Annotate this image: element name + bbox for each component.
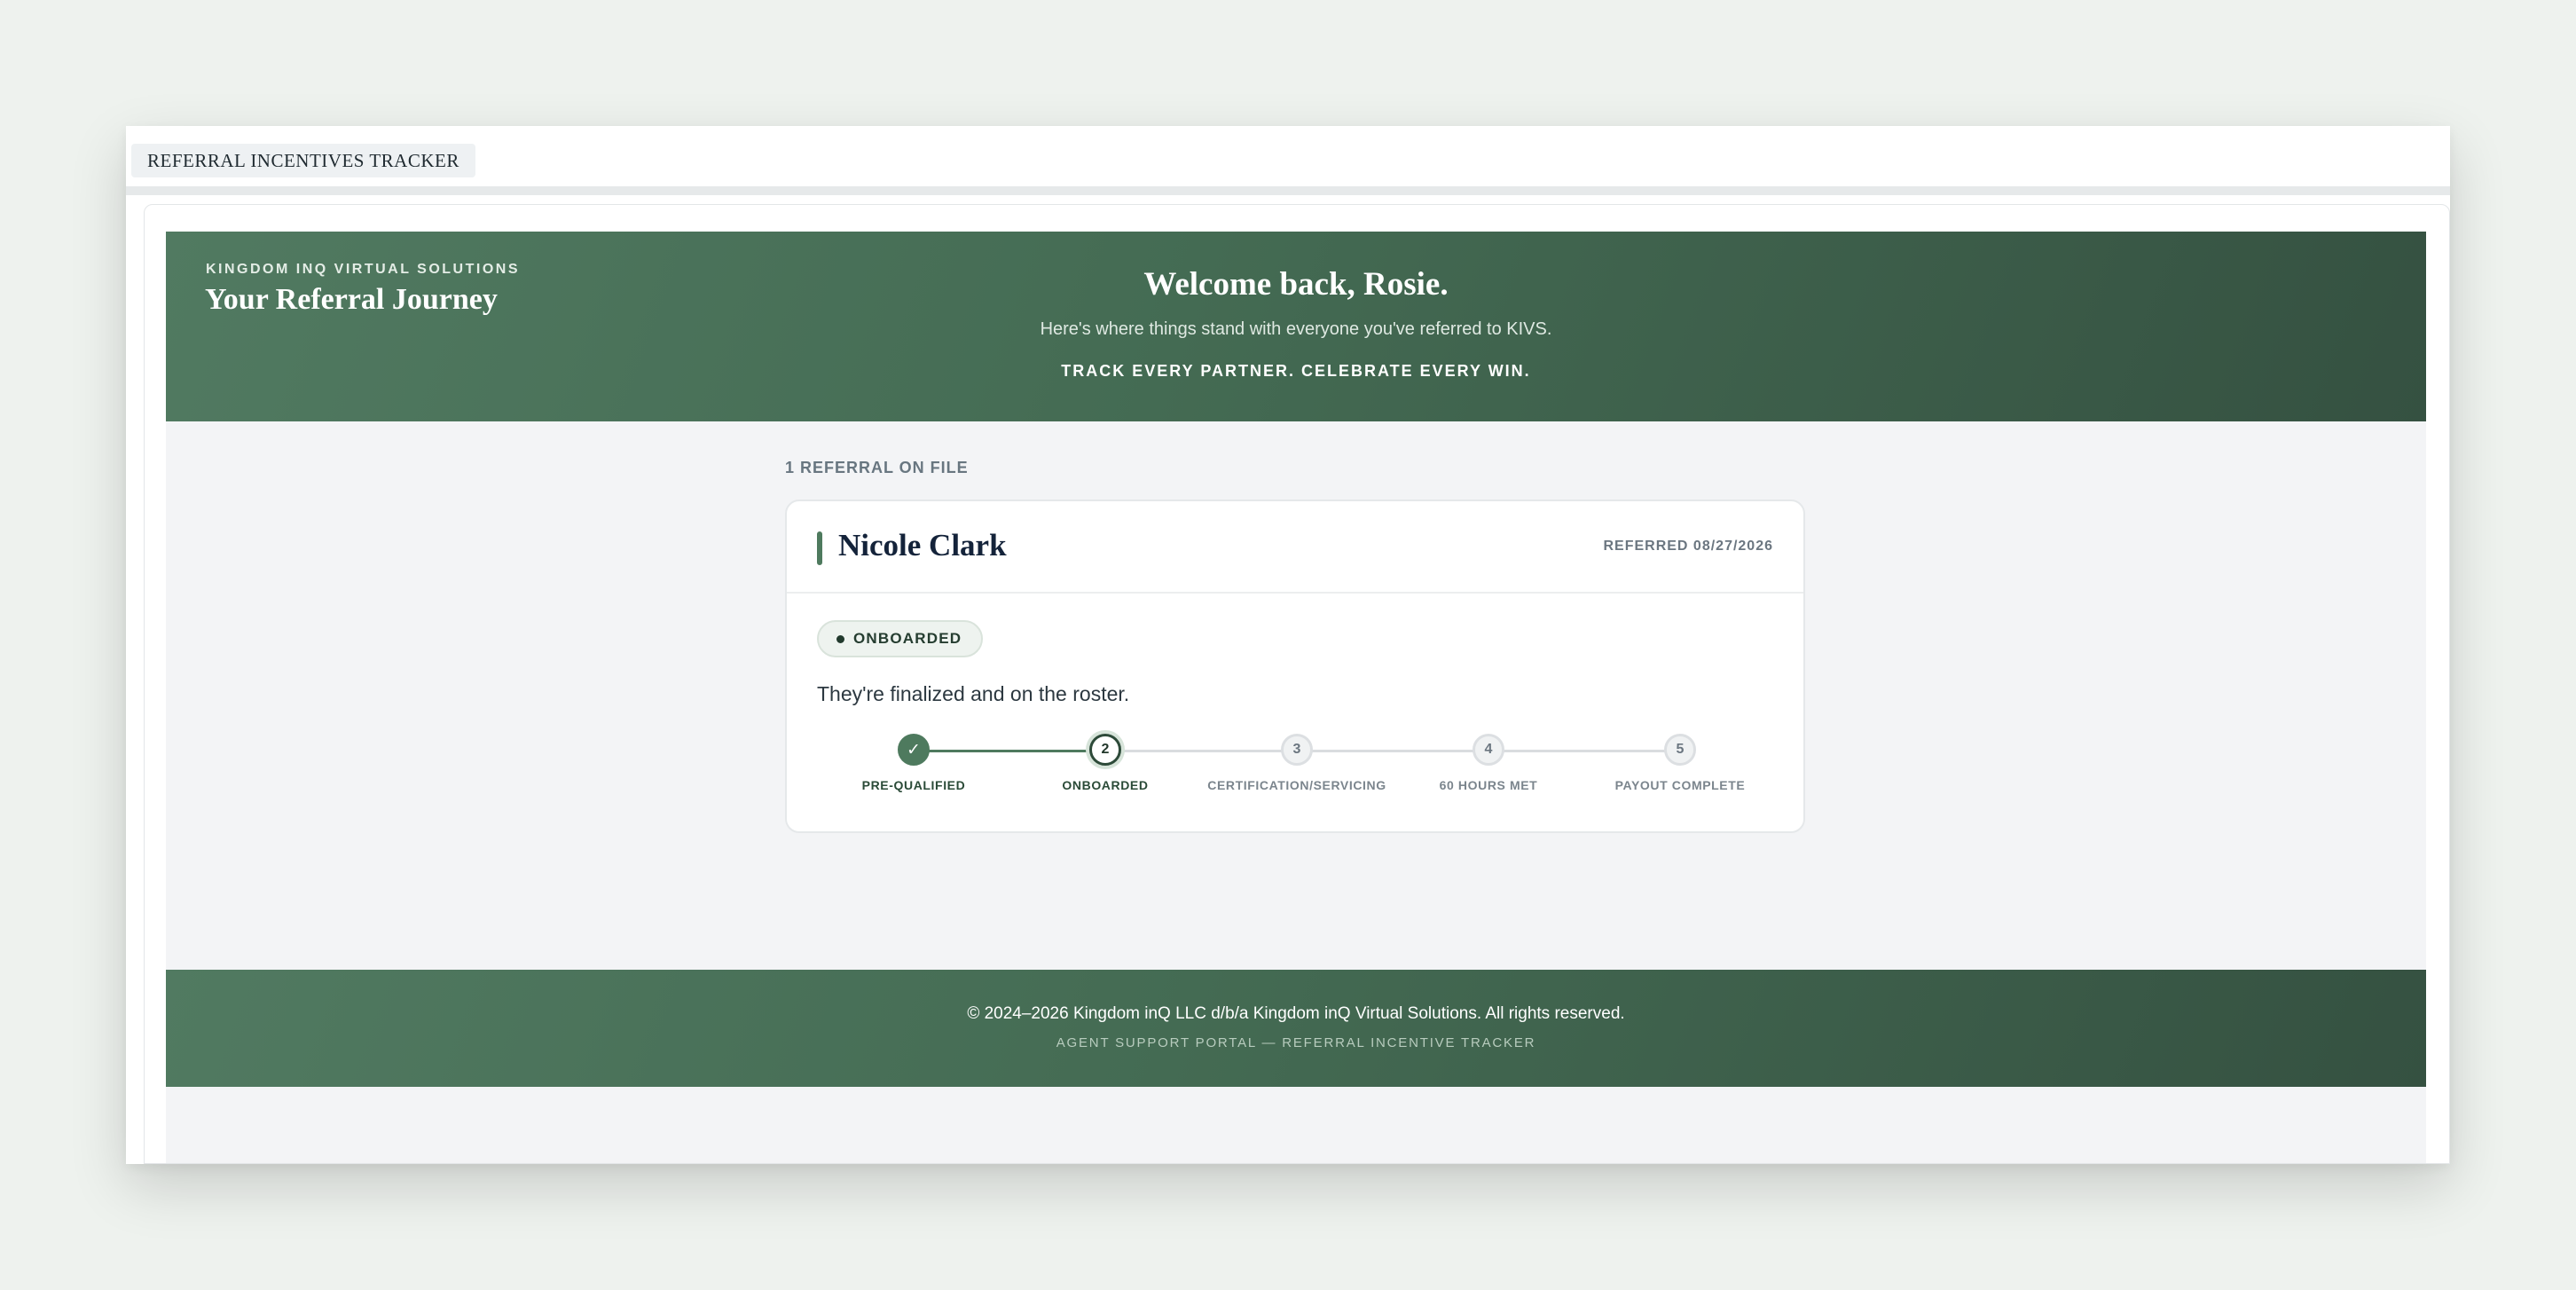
page: KINGDOM INQ VIRTUAL SOLUTIONS Your Refer…	[166, 232, 2426, 1163]
referred-date: REFERRED 08/27/2026	[1603, 539, 1773, 554]
accent-bar	[817, 531, 822, 565]
tab-bar: REFERRAL INCENTIVES TRACKER	[126, 126, 2450, 195]
referral-count-label: 1 REFERRAL ON FILE	[785, 459, 969, 476]
copyright-text: © 2024–2026 Kingdom inQ LLC d/b/a Kingdo…	[967, 1004, 1625, 1023]
stepper-step: ✓ PRE-QUALIFIED	[816, 734, 1011, 792]
status-description: They're finalized and on the roster.	[817, 682, 1130, 705]
referral-name: Nicole Clark	[838, 528, 1007, 562]
referral-card-header: Nicole Clark REFERRED 08/27/2026	[787, 501, 1803, 594]
step-number: 3	[1281, 734, 1313, 766]
tab-referral-tracker[interactable]: REFERRAL INCENTIVES TRACKER	[131, 144, 475, 177]
step-check-icon: ✓	[898, 734, 930, 766]
stepper-step: 3 CERTIFICATION/SERVICING	[1199, 734, 1394, 792]
status-dot-icon	[836, 634, 844, 643]
step-number: 5	[1664, 734, 1696, 766]
step-label: PAYOUT COMPLETE	[1614, 778, 1746, 792]
tagline: TRACK EVERY PARTNER. CELEBRATE EVERY WIN…	[1061, 362, 1531, 380]
welcome-subtext: Here's where things stand with everyone …	[1040, 319, 1552, 339]
progress-stepper: ✓ PRE-QUALIFIED 2 ONBOARDED 3 CERTIFICATION/S…	[787, 734, 1807, 805]
step-label: PRE-QUALIFIED	[861, 778, 966, 792]
welcome-heading: Welcome back, Rosie.	[1143, 266, 1449, 303]
footer-subtitle: AGENT SUPPORT PORTAL — REFERRAL INCENTIV…	[1056, 1035, 1536, 1050]
footer: © 2024–2026 Kingdom inQ LLC d/b/a Kingdo…	[166, 970, 2426, 1087]
step-label: CERTIFICATION/SERVICING	[1207, 778, 1386, 792]
stepper-step: 2 ONBOARDED	[1008, 734, 1203, 792]
status-badge: ONBOARDED	[817, 620, 984, 657]
step-label: ONBOARDED	[1062, 778, 1149, 792]
step-number: 4	[1473, 734, 1504, 766]
stepper-step: 4 60 HOURS MET	[1391, 734, 1586, 792]
referral-card: Nicole Clark REFERRED 08/27/2026 ONBOARD…	[785, 499, 1805, 833]
browser-window: REFERRAL INCENTIVES TRACKER KINGDOM INQ …	[126, 126, 2450, 1164]
stepper-step: 5 PAYOUT COMPLETE	[1583, 734, 1778, 792]
step-label: 60 HOURS MET	[1439, 778, 1538, 792]
hero-banner: KINGDOM INQ VIRTUAL SOLUTIONS Your Refer…	[166, 232, 2426, 421]
status-badge-label: ONBOARDED	[853, 630, 962, 647]
hero-greeting: Welcome back, Rosie. Here's where things…	[166, 264, 2426, 381]
step-number: 2	[1089, 734, 1121, 766]
content-frame: KINGDOM INQ VIRTUAL SOLUTIONS Your Refer…	[144, 204, 2450, 1164]
